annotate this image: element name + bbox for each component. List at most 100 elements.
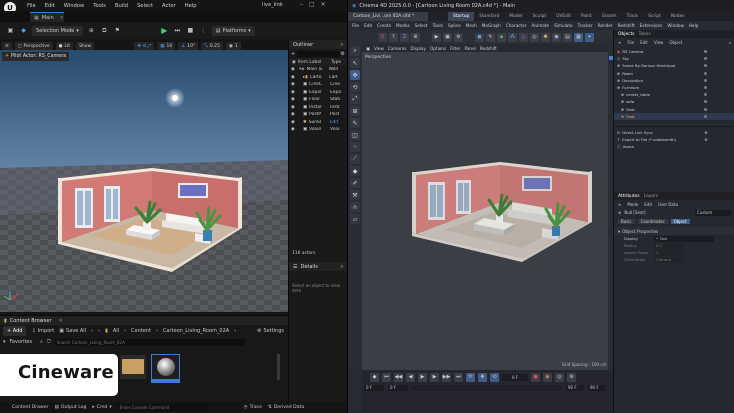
search-icon[interactable]: ⌕	[350, 46, 360, 56]
c4d-menu-simulate[interactable]: Simulate	[554, 23, 573, 28]
eye-icon[interactable]: ◉	[291, 120, 301, 125]
eye-icon[interactable]: ◉	[291, 67, 297, 72]
last-frame-icon[interactable]: ⏭	[454, 372, 463, 382]
visibility-dot[interactable]	[704, 100, 708, 104]
c4d-menu-animate[interactable]: Animate	[532, 23, 550, 28]
y-axis-icon[interactable]: Y	[389, 32, 398, 42]
settings-icon[interactable]: ⚙	[704, 137, 707, 142]
eye-icon[interactable]: ◉	[291, 97, 301, 102]
perspective-dropdown[interactable]: ◻ Perspective	[14, 42, 53, 50]
edges-mode-icon[interactable]: ⟋	[350, 154, 360, 164]
object-row[interactable]: ⊕ Room	[614, 70, 734, 77]
c4d-menu-file[interactable]: File	[352, 23, 359, 28]
platforms-dropdown[interactable]: ▤ Platforms ▾	[211, 25, 255, 36]
mode-icon[interactable]: ◆	[19, 26, 28, 35]
list-icon[interactable]: ≡	[618, 202, 621, 207]
brush-icon[interactable]: ✐	[350, 178, 360, 188]
content-scrollbar[interactable]	[277, 354, 280, 380]
ue-level-tab[interactable]: ▦ Main ×	[30, 12, 64, 22]
save-all-button[interactable]: ▣ Save All	[59, 328, 86, 334]
layout-tab-uvedit[interactable]: UVEdit	[551, 12, 576, 21]
attr-menu-user-data[interactable]: User Data	[658, 202, 678, 207]
layout-tab-script[interactable]: Script	[643, 12, 666, 21]
c4d-menu-edit[interactable]: Edit	[364, 23, 372, 28]
content-drawer-button[interactable]: Content Drawer	[12, 405, 48, 410]
about-row[interactable]: ⓘ About	[614, 143, 734, 150]
ue-menu-file[interactable]: File	[27, 3, 36, 9]
attr-radius-field[interactable]: 0.1	[654, 242, 684, 249]
visibility-dot[interactable]	[704, 78, 708, 82]
polygon-pen-icon[interactable]: ✎	[350, 118, 360, 128]
light-icon[interactable]: ✺	[541, 32, 550, 42]
model-mode-icon[interactable]: ◫	[350, 130, 360, 140]
outliner-row[interactable]: ◉ ▣ Instar Instr	[289, 104, 347, 112]
ue-menu-help[interactable]: Help	[185, 3, 197, 9]
render-settings-icon[interactable]: ⚙	[454, 32, 463, 42]
minimize-icon[interactable]: –	[300, 1, 303, 8]
grid-snap[interactable]: ▦ 10	[157, 42, 176, 50]
preview-end-field[interactable]: 90 F	[566, 385, 584, 391]
close-icon[interactable]: ×	[340, 264, 344, 270]
console-input[interactable]	[117, 404, 208, 411]
camera-icon[interactable]: ◉	[552, 32, 561, 42]
sequencer-icon[interactable]: ⚑	[113, 26, 122, 35]
end-frame-field[interactable]: 90 F	[588, 385, 606, 391]
trace-button[interactable]: ◷ Trace	[244, 405, 262, 410]
move-icon[interactable]: ✥	[350, 70, 360, 80]
outliner-row[interactable]: ◉ ▾◈ Main (E Worl	[289, 66, 347, 74]
camera-speed[interactable]: ◉ 1	[225, 42, 241, 50]
c4d-viewport[interactable]: Perspective Grid Spacing : 100 cm	[362, 52, 608, 370]
stop-icon[interactable]: ■	[186, 26, 195, 35]
layout-tab-startup[interactable]: Startup	[448, 12, 475, 21]
back-icon[interactable]: ‹	[91, 328, 93, 334]
field-icon[interactable]: ◎	[530, 32, 539, 42]
import-button[interactable]: ⇩ Import	[31, 328, 54, 334]
c4d-menu-mesh[interactable]: Mesh	[466, 23, 477, 28]
cloner-icon[interactable]: ⁂	[508, 32, 517, 42]
layout-tab-standard[interactable]: Standard	[474, 12, 504, 21]
scale-snap[interactable]: ⤡ 0.25	[201, 42, 223, 50]
eye-icon[interactable]: ◉	[291, 82, 301, 87]
show-dropdown[interactable]: Show	[76, 42, 95, 50]
prev-frame-icon[interactable]: ◀	[406, 372, 415, 382]
c4d-menu-create[interactable]: Create	[377, 23, 391, 28]
outliner-row[interactable]: ◉ ▣ Floor Stati	[289, 96, 347, 104]
eye-icon[interactable]: ◉	[291, 75, 301, 80]
c4d-menu-help[interactable]: Help	[689, 23, 699, 28]
pen-icon[interactable]: ✎	[486, 32, 495, 42]
breadcrumb-folder[interactable]: Cartoon_Living_Room_02A	[163, 328, 229, 334]
step-icon[interactable]: ⏭	[173, 26, 182, 35]
first-frame-icon[interactable]: ⏮	[382, 372, 391, 382]
attr-preset-dropdown[interactable]: Custom	[695, 209, 731, 216]
z-axis-icon[interactable]: Z	[400, 32, 409, 42]
rotate-icon[interactable]: ⟲	[350, 82, 360, 92]
close-icon[interactable]: ✕	[321, 1, 326, 8]
coord-system-icon[interactable]: ⊕	[411, 32, 420, 42]
record-icon[interactable]: ●	[531, 372, 540, 382]
autokey-icon[interactable]: ◉	[543, 372, 552, 382]
settings-icon[interactable]: ⚙	[704, 130, 707, 135]
vp-menu-filter[interactable]: Filter	[450, 46, 460, 51]
export-to-file-row[interactable]: ⇪ Export to File (*.udatasmith) ⚙	[614, 136, 734, 143]
column-item-label[interactable]: Item Label	[298, 60, 331, 65]
visibility-dot[interactable]	[704, 64, 708, 68]
layout-tab-nodes[interactable]: Nodes	[666, 12, 690, 21]
vp-menu-options[interactable]: Options	[430, 46, 446, 51]
close-icon[interactable]: ×	[60, 15, 64, 21]
direct-link-sync-row[interactable]: ⟳ Direct Link Sync ⚙	[614, 129, 734, 136]
attr-aspect-field[interactable]: 1	[654, 249, 684, 256]
cmd-dropdown[interactable]: ▸ Cmd ▾	[92, 405, 111, 410]
vp-menu-cameras[interactable]: Cameras	[388, 46, 407, 51]
keyframe-icon[interactable]: ◆	[370, 372, 379, 382]
render-pv-icon[interactable]: ▣	[443, 32, 452, 42]
c4d-menu-character[interactable]: Character	[506, 23, 527, 28]
angle-snap[interactable]: ∠ 10°	[178, 42, 199, 50]
list-icon[interactable]: ≡	[618, 40, 621, 45]
objects-tab[interactable]: Objects	[618, 32, 635, 37]
loop-icon[interactable]: ⟳	[466, 372, 475, 382]
object-row[interactable]: ⊕ Furniture	[614, 84, 734, 91]
c4d-menu-mograph[interactable]: MoGraph	[482, 23, 501, 28]
outliner-row[interactable]: ◉ ▸▮ Carto Cart	[289, 74, 347, 82]
polygons-mode-icon[interactable]: ◆	[350, 166, 360, 176]
visibility-dot[interactable]	[704, 107, 708, 111]
